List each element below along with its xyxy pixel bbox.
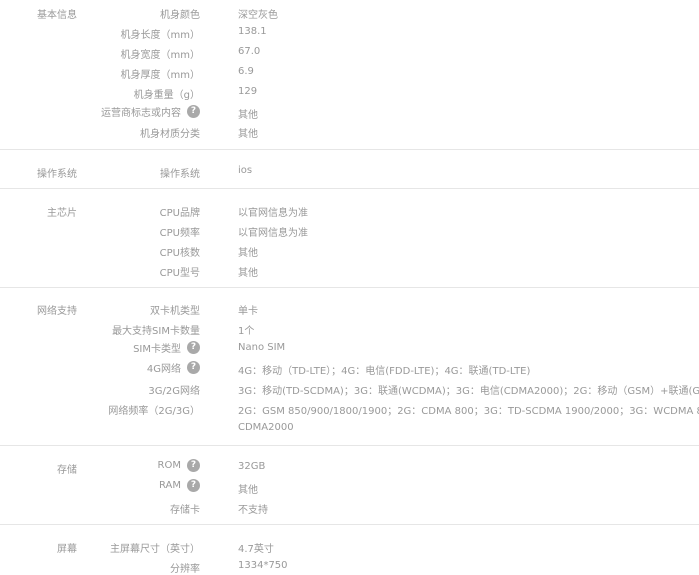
- spec-row: SIM卡类型? Nano SIM: [0, 340, 699, 360]
- spec-row: CPU频率 以官网信息为准: [0, 224, 699, 244]
- spec-row: RAM? 其他: [0, 479, 699, 499]
- spec-label-text: 4G网络: [146, 364, 181, 375]
- spec-value: 4.7英寸: [238, 544, 274, 555]
- spec-label: 4G网络?: [147, 360, 200, 375]
- spec-row: 机身颜色 深空灰色: [0, 6, 699, 26]
- spec-value: 4G：移动（TD-LTE）；4G：电信(FDD-LTE)；4G：联通(TD-LT…: [238, 366, 531, 377]
- spec-value: 其他: [238, 248, 258, 259]
- spec-row: 主屏幕尺寸（英寸） 4.7英寸: [0, 540, 699, 560]
- spec-table: 基本信息 机身颜色 深空灰色 机身长度（mm） 138.1 机身宽度（mm） 6…: [0, 0, 699, 575]
- divider: [0, 445, 699, 446]
- spec-value: 2G：GSM 850/900/1800/1900；2G：CDMA 800；3G：…: [238, 406, 699, 417]
- spec-label: CPU型号: [159, 268, 200, 279]
- spec-row: CPU核数 其他: [0, 244, 699, 264]
- divider: [0, 524, 699, 525]
- spec-row: 机身宽度（mm） 67.0: [0, 46, 699, 66]
- spec-row: 最大支持SIM卡数量 1个: [0, 322, 699, 342]
- spec-label: 存储卡: [170, 505, 200, 516]
- help-icon[interactable]: ?: [187, 341, 200, 354]
- spec-value: 138.1: [238, 26, 267, 37]
- spec-label: 最大支持SIM卡数量: [112, 326, 200, 337]
- spec-value: 1334*750: [238, 560, 288, 571]
- spec-value: 67.0: [238, 46, 261, 57]
- spec-value: 以官网信息为准: [238, 228, 308, 239]
- spec-label: 分辨率: [170, 564, 200, 575]
- spec-value: 1个: [238, 326, 255, 337]
- spec-row: 3G/2G网络 3G：移动(TD-SCDMA)；3G：联通(WCDMA)；3G：…: [0, 382, 699, 402]
- spec-row: 机身厚度（mm） 6.9: [0, 66, 699, 86]
- spec-row: CPU品牌 以官网信息为准: [0, 204, 699, 224]
- spec-value: 129: [238, 86, 258, 97]
- spec-value: Nano SIM: [238, 342, 286, 353]
- spec-row: 分辨率 1334*750: [0, 560, 699, 575]
- spec-row: 运营商标志或内容? 其他: [0, 104, 699, 124]
- spec-label: ROM?: [158, 459, 200, 472]
- spec-value: 不支持: [238, 505, 268, 516]
- spec-label: CPU频率: [159, 228, 200, 239]
- help-icon[interactable]: ?: [187, 459, 200, 472]
- spec-row: 双卡机类型 单卡: [0, 302, 699, 322]
- spec-label: 机身重量（g）: [133, 90, 200, 101]
- spec-value: 3G：移动(TD-SCDMA)；3G：联通(WCDMA)；3G：电信(CDMA2…: [238, 386, 699, 397]
- spec-label: 机身颜色: [160, 10, 200, 21]
- spec-label-text: RAM: [158, 480, 181, 491]
- spec-row: ROM? 32GB: [0, 459, 699, 479]
- spec-value: CDMA2000: [238, 422, 294, 433]
- spec-label: SIM卡类型?: [133, 340, 200, 355]
- spec-row: 机身材质分类 其他: [0, 125, 699, 145]
- spec-row: 存储卡 不支持: [0, 501, 699, 521]
- spec-label: CPU核数: [159, 248, 200, 259]
- help-icon[interactable]: ?: [187, 105, 200, 118]
- spec-label: 操作系统: [160, 169, 200, 180]
- divider: [0, 188, 699, 189]
- spec-row: CPU型号 其他: [0, 264, 699, 284]
- spec-label: CPU品牌: [159, 208, 200, 219]
- spec-row-continuation: CDMA2000: [0, 422, 699, 442]
- spec-label: 机身宽度（mm）: [120, 50, 200, 61]
- spec-label: 机身厚度（mm）: [120, 70, 200, 81]
- spec-label-text: 运营商标志或内容: [101, 108, 181, 119]
- spec-label: 3G/2G网络: [148, 386, 200, 397]
- spec-value: 以官网信息为准: [238, 208, 308, 219]
- spec-label: RAM?: [159, 479, 200, 492]
- spec-row: 4G网络? 4G：移动（TD-LTE）；4G：电信(FDD-LTE)；4G：联通…: [0, 360, 699, 380]
- spec-value: 其他: [238, 110, 258, 121]
- spec-value: 深空灰色: [238, 10, 278, 21]
- spec-label-text: ROM: [157, 460, 181, 471]
- spec-label: 主屏幕尺寸（英寸）: [110, 544, 200, 555]
- spec-label: 双卡机类型: [150, 306, 200, 317]
- spec-value: 其他: [238, 129, 258, 140]
- spec-label-text: SIM卡类型: [133, 344, 181, 355]
- spec-label: 网络频率（2G/3G）: [108, 406, 200, 417]
- help-icon[interactable]: ?: [187, 361, 200, 374]
- spec-value: 6.9: [238, 66, 254, 77]
- divider: [0, 287, 699, 288]
- spec-label: 运营商标志或内容?: [101, 104, 200, 119]
- spec-row: 机身长度（mm） 138.1: [0, 26, 699, 46]
- help-icon[interactable]: ?: [187, 479, 200, 492]
- spec-row: 网络频率（2G/3G） 2G：GSM 850/900/1800/1900；2G：…: [0, 402, 699, 422]
- spec-row: 操作系统 ios: [0, 165, 699, 185]
- spec-label: 机身长度（mm）: [120, 30, 200, 41]
- spec-value: ios: [238, 165, 253, 176]
- divider: [0, 149, 699, 150]
- spec-row: 机身重量（g） 129: [0, 86, 699, 106]
- spec-value: 单卡: [238, 306, 258, 317]
- spec-value: 32GB: [238, 461, 266, 472]
- spec-value: 其他: [238, 268, 258, 279]
- spec-value: 其他: [238, 485, 258, 496]
- spec-label: 机身材质分类: [140, 129, 200, 140]
